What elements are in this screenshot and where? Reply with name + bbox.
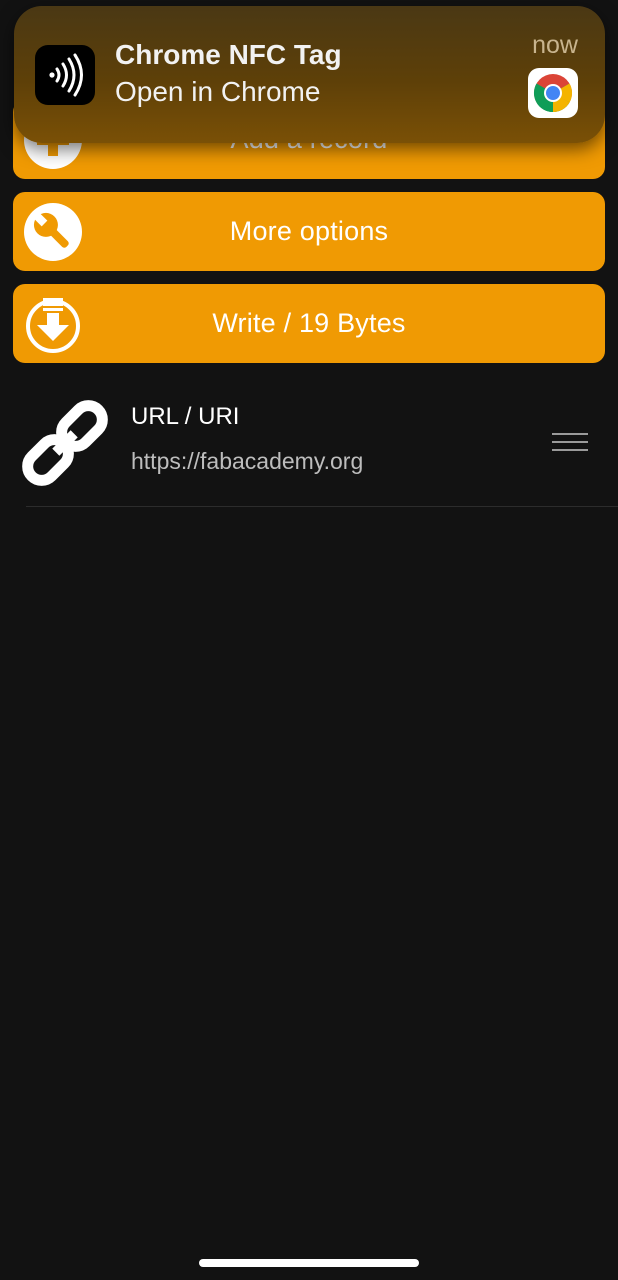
chrome-app-badge (528, 68, 578, 118)
hamburger-icon[interactable] (548, 428, 592, 458)
notification-banner[interactable]: Chrome NFC Tag Open in Chrome now (14, 6, 605, 143)
link-icon (22, 400, 108, 486)
record-divider (26, 506, 618, 507)
write-label: Write / 19 Bytes (212, 308, 406, 338)
nfc-app-icon (35, 45, 95, 105)
nfc-icon (49, 53, 83, 97)
record-list-item[interactable]: URL / URI https://fabacademy.org (0, 378, 618, 506)
more-options-button[interactable]: More options (13, 192, 605, 271)
write-button[interactable]: Write / 19 Bytes (13, 284, 605, 363)
record-value-text: https://fabacademy.org (131, 448, 364, 474)
more-options-label: More options (229, 216, 389, 246)
home-indicator[interactable] (199, 1259, 419, 1267)
notification-body: Open in Chrome (115, 76, 321, 107)
notification-title: Chrome NFC Tag (115, 39, 342, 70)
notification-time: now (532, 31, 578, 59)
record-type-label: URL / URI (131, 403, 240, 430)
chrome-icon (533, 74, 573, 113)
nfc-tools-screen: Add a record More options Write / 19 Byt… (0, 0, 618, 1280)
